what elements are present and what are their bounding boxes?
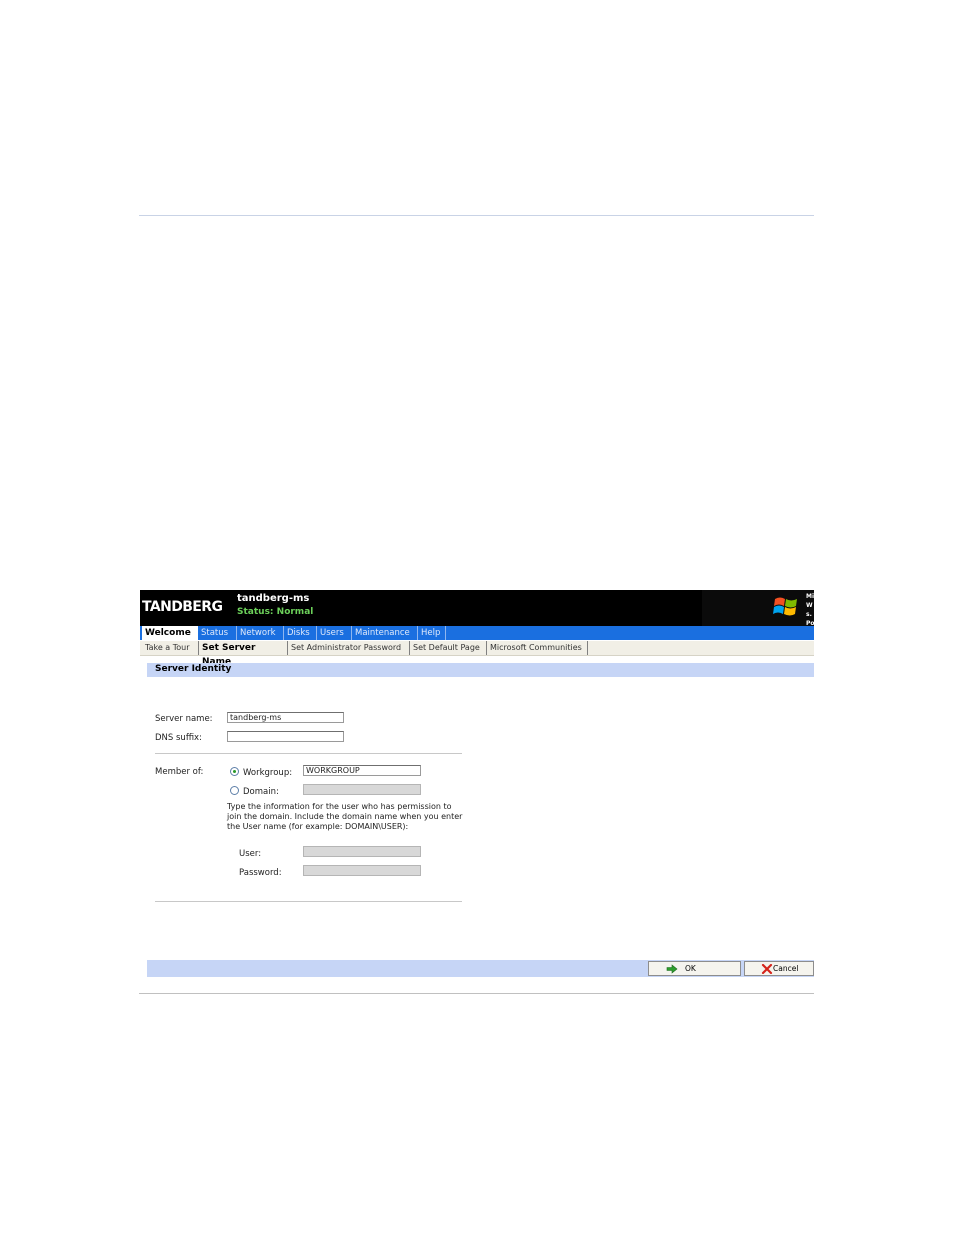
password-input[interactable]: [303, 865, 421, 876]
subnav-set-default-page[interactable]: Set Default Page: [410, 641, 487, 655]
tab-status[interactable]: Status: [198, 626, 237, 640]
dns-suffix-input[interactable]: [227, 731, 344, 742]
workgroup-radio[interactable]: [230, 767, 239, 776]
section-header: Server Identity: [147, 663, 814, 677]
subnav-set-admin-password[interactable]: Set Administrator Password: [288, 641, 410, 655]
subnav-take-a-tour[interactable]: Take a Tour: [142, 641, 199, 655]
subnav-microsoft-communities[interactable]: Microsoft Communities: [487, 641, 588, 655]
server-name-label: Server name:: [155, 714, 213, 724]
microsoft-label: Mi W s. Po: [806, 593, 814, 627]
tab-welcome[interactable]: Welcome: [142, 626, 198, 640]
form-divider-bottom: [155, 901, 462, 902]
member-of-label: Member of:: [155, 767, 204, 777]
domain-help-text: Type the information for the user who ha…: [227, 802, 463, 831]
domain-label: Domain:: [243, 787, 279, 797]
domain-input[interactable]: [303, 784, 421, 795]
server-name-heading: tandberg-ms: [237, 593, 310, 604]
page-top-rule: [139, 215, 814, 216]
user-input[interactable]: [303, 846, 421, 857]
tandberg-logo: TANDBERG: [142, 599, 223, 615]
arrow-right-icon: [666, 964, 678, 974]
tab-maintenance[interactable]: Maintenance: [352, 626, 418, 640]
server-admin-window: TANDBERG tandberg-ms Status: Normal Mi W…: [140, 590, 814, 980]
page-bottom-rule: [139, 993, 814, 994]
tab-users[interactable]: Users: [317, 626, 352, 640]
status-text: Status: Normal: [237, 607, 314, 617]
ok-button[interactable]: OK: [648, 961, 741, 976]
subnav-set-server-name[interactable]: Set Server Name: [199, 641, 288, 667]
sub-nav: Take a Tour Set Server Name Set Administ…: [140, 641, 814, 667]
form-divider: [155, 753, 462, 754]
domain-radio[interactable]: [230, 786, 239, 795]
header-bar: TANDBERG tandberg-ms Status: Normal Mi W…: [140, 590, 814, 627]
close-icon: [761, 964, 773, 974]
workgroup-input[interactable]: [303, 765, 421, 776]
main-nav: Welcome Status Network Disks Users Maint…: [140, 626, 814, 640]
user-label: User:: [239, 849, 262, 859]
section-title: Server Identity: [155, 664, 232, 674]
tab-network[interactable]: Network: [237, 626, 284, 640]
server-name-input[interactable]: [227, 712, 344, 723]
ok-label: OK: [685, 964, 696, 973]
windows-flag-icon: [773, 597, 797, 616]
cancel-button[interactable]: Cancel: [744, 961, 814, 976]
dns-suffix-label: DNS suffix:: [155, 733, 202, 743]
tab-disks[interactable]: Disks: [284, 626, 317, 640]
cancel-label: Cancel: [773, 964, 799, 973]
password-label: Password:: [239, 868, 282, 878]
workgroup-label: Workgroup:: [243, 768, 293, 778]
tab-help[interactable]: Help: [418, 626, 446, 640]
